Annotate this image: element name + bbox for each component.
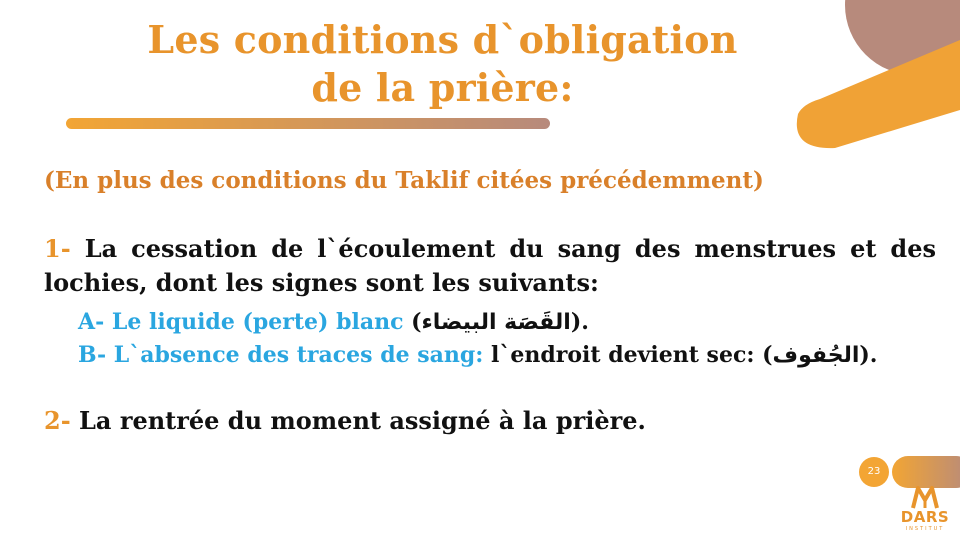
- item-number: 1-: [44, 234, 71, 263]
- list-item-2: 2- La rentrée du moment assigné à la pri…: [44, 404, 936, 438]
- arabic-term: القَصَة البيضاء: [421, 310, 571, 335]
- subitem-a: A- Le liquide (perte) blanc (القَصَة الب…: [78, 306, 589, 339]
- subitem-label: A- Le liquide (perte) blanc: [78, 309, 404, 335]
- subitem-pre: (: [403, 309, 422, 335]
- subtitle: (En plus des conditions du Taklif citées…: [44, 167, 764, 194]
- subitem-post: ).: [570, 309, 589, 335]
- dars-logo: DARS INSTITUT: [896, 484, 954, 540]
- logo-subtext: INSTITUT: [905, 526, 945, 532]
- title-line-1: Les conditions d`obligation: [147, 17, 738, 62]
- slide-title: Les conditions d`obligation de la prière…: [100, 16, 785, 112]
- page-number: 23: [859, 457, 889, 487]
- subitem-b: B- L`absence des traces de sang: l`endro…: [78, 339, 877, 372]
- subitem-label: B- L`absence des traces de sang:: [78, 342, 484, 368]
- dars-logo-icon: [911, 486, 939, 509]
- item-number: 2-: [44, 406, 71, 435]
- title-line-2: de la prière:: [311, 65, 574, 110]
- logo-text: DARS: [900, 508, 950, 526]
- arabic-term: الجُفوف: [772, 343, 860, 368]
- list-item-1: 1- La cessation de l`écoulement du sang …: [44, 232, 936, 300]
- subitem-pre: l`endroit devient sec: (: [483, 342, 773, 368]
- slide: Les conditions d`obligation de la prière…: [0, 0, 960, 540]
- item-text: La rentrée du moment assigné à la prière…: [79, 406, 646, 435]
- subitem-post: ).: [859, 342, 878, 368]
- item-text: La cessation de l`écoulement du sang des…: [44, 234, 936, 297]
- title-underline: [66, 118, 550, 129]
